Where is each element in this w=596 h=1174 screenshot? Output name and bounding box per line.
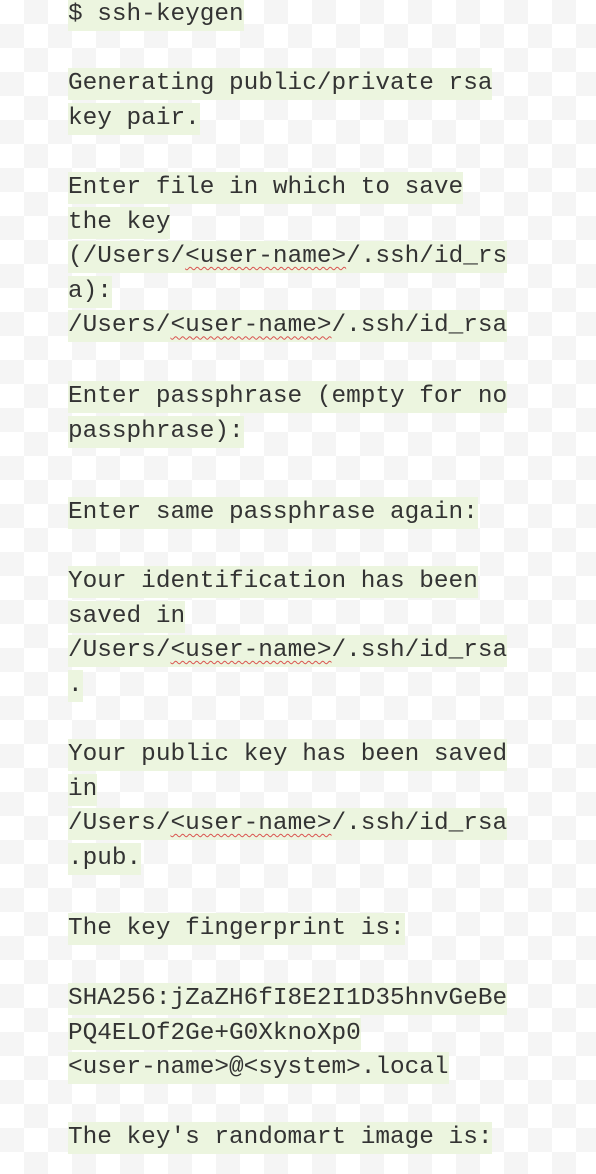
fingerprint-block: SHA256:jZaZH6fI8E2I1D35hnvGeBe PQ4ELOf2G… bbox=[68, 982, 508, 1086]
public-key-line-2: in bbox=[68, 773, 98, 806]
randomart-block: The key's randomart image is: bbox=[68, 1121, 493, 1156]
username-placeholder: <user-name> bbox=[185, 243, 347, 271]
identification-line-3: /Users/<user-name>/.ssh/id_rsa bbox=[68, 635, 508, 668]
username-placeholder: <user-name> bbox=[170, 810, 332, 838]
enter-file-line-5: /Users/<user-name>/.ssh/id_rsa bbox=[68, 310, 508, 343]
command-line: $ ssh-keygen bbox=[68, 0, 244, 31]
username-placeholder: <user-name> bbox=[170, 637, 332, 665]
username-placeholder: <user-name> bbox=[170, 312, 332, 340]
identification-line-4: . bbox=[68, 669, 83, 702]
enter-file-line-3: (/Users/<user-name>/.ssh/id_rs bbox=[68, 241, 508, 274]
identification-block: Your identification has been saved in /U… bbox=[68, 565, 508, 703]
randomart-line: The key's randomart image is: bbox=[68, 1122, 493, 1154]
public-key-block: Your public key has been saved in /Users… bbox=[68, 738, 508, 876]
public-key-line-1: Your public key has been saved bbox=[68, 739, 508, 771]
path-suffix: /.ssh/id_rsa bbox=[331, 810, 508, 838]
generating-line-1: Generating public/private rsa bbox=[68, 68, 493, 100]
passphrase-line-2: passphrase): bbox=[68, 415, 244, 448]
generating-line-2: key pair. bbox=[68, 102, 200, 135]
identification-line-1: Your identification has been bbox=[68, 566, 478, 598]
same-passphrase-line: Enter same passphrase again: bbox=[68, 497, 478, 529]
enter-file-line-4: a): bbox=[68, 275, 112, 308]
public-key-line-3: /Users/<user-name>/.ssh/id_rsa bbox=[68, 808, 508, 841]
enter-file-line-2: the key bbox=[68, 206, 171, 239]
fingerprint-label-block: The key fingerprint is: bbox=[68, 912, 405, 947]
passphrase-line-1: Enter passphrase (empty for no bbox=[68, 381, 508, 413]
generating-block: Generating public/private rsa key pair. bbox=[68, 67, 493, 136]
passphrase-block: Enter passphrase (empty for no passphras… bbox=[68, 380, 508, 449]
path-prefix: (/Users/ bbox=[68, 243, 186, 271]
identification-line-2: saved in bbox=[68, 600, 186, 633]
fingerprint-line-1: SHA256:jZaZH6fI8E2I1D35hnvGeBe bbox=[68, 983, 508, 1015]
path-prefix: /Users/ bbox=[68, 312, 171, 340]
fingerprint-line-2: PQ4ELOf2Ge+G0XknoXp0 bbox=[68, 1017, 361, 1050]
path-suffix: /.ssh/id_rsa bbox=[331, 312, 508, 340]
enter-file-block: Enter file in which to save the key (/Us… bbox=[68, 171, 508, 344]
path-prefix: /Users/ bbox=[68, 810, 171, 838]
command-block: $ ssh-keygen bbox=[68, 0, 244, 33]
path-suffix: /.ssh/id_rs bbox=[346, 243, 508, 271]
public-key-line-4: .pub. bbox=[68, 842, 142, 875]
path-suffix: /.ssh/id_rsa bbox=[331, 637, 508, 665]
same-passphrase-block: Enter same passphrase again: bbox=[68, 496, 478, 531]
fingerprint-label: The key fingerprint is: bbox=[68, 913, 405, 945]
enter-file-line-1: Enter file in which to save bbox=[68, 172, 464, 204]
path-prefix: /Users/ bbox=[68, 637, 171, 665]
fingerprint-line-3: <user-name>@<system>.local bbox=[68, 1052, 449, 1085]
